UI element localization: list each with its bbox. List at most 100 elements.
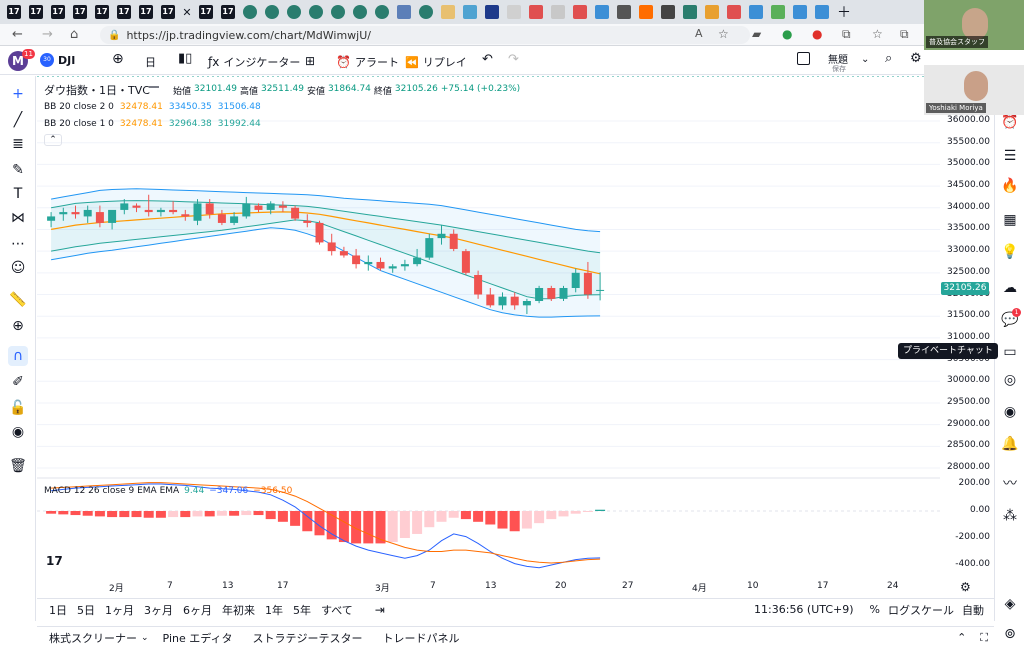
extension-icon[interactable]: ▰ — [752, 27, 761, 41]
tab-favicon[interactable] — [768, 3, 788, 21]
chart-pane[interactable]: ダウ指数・1日・TVC 始値 32101.49 高値 32511.49 安値 3186… — [37, 76, 940, 576]
tab-favicon[interactable] — [592, 3, 612, 21]
tab-favicon[interactable] — [284, 3, 304, 21]
zoom-in-icon[interactable]: ⊕ — [8, 316, 28, 336]
compare-add-icon[interactable]: ⊕ — [112, 51, 124, 67]
bell-icon[interactable]: 🔔 — [1000, 434, 1020, 454]
new-tab-icon[interactable]: ＋ — [834, 3, 854, 21]
range-1m[interactable]: 1ヶ月 — [105, 602, 134, 618]
hotlist-icon[interactable]: 🔥 — [1000, 176, 1020, 196]
log-scale-toggle[interactable]: ログスケール — [888, 602, 954, 618]
tab-favicon[interactable] — [262, 3, 282, 21]
chart-title[interactable]: ダウ指数・1日・TVC — [44, 82, 150, 98]
tab-favicon[interactable] — [240, 3, 260, 21]
chevron-up-icon[interactable]: ⌃ — [957, 631, 966, 644]
tab-favicon[interactable] — [504, 3, 524, 21]
tab-favicon[interactable] — [658, 3, 678, 21]
text-icon[interactable]: T — [8, 184, 28, 204]
range-1d[interactable]: 1日 — [49, 602, 67, 618]
eye-icon[interactable]: ◉ — [8, 422, 28, 442]
alert-button[interactable]: ⏰ アラート — [336, 54, 399, 70]
tab-favicon[interactable] — [790, 3, 810, 21]
trash-icon[interactable]: 🗑 — [8, 456, 28, 476]
layout-grid-icon[interactable]: ⊞ — [305, 54, 315, 68]
collapse-legend-icon[interactable]: ⌃ — [44, 134, 62, 146]
price-scale[interactable]: 36000.00 35500.00 35000.00 34500.00 34000.00… — [940, 76, 994, 594]
help-icon[interactable]: ⊚ — [1000, 624, 1020, 644]
tab-favicon[interactable] — [394, 3, 414, 21]
tab-favicon[interactable] — [614, 3, 634, 21]
range-6m[interactable]: 6ヶ月 — [183, 602, 212, 618]
url-field[interactable]: 🔒 https://jp.tradingview.com/chart/MdWim… — [100, 26, 750, 44]
chevron-down-icon[interactable]: ⌄ — [141, 633, 149, 643]
bb2-legend[interactable]: BB 20 close 2 0 32478.41 33450.35 31506.… — [44, 102, 261, 112]
undo-icon[interactable]: ↶ — [482, 52, 493, 67]
tab-favicon[interactable] — [680, 3, 700, 21]
tab-favicon[interactable] — [482, 3, 502, 21]
tab-strategy-tester[interactable]: ストラテジーテスター — [252, 630, 362, 646]
time-scale[interactable]: 2月 7 13 17 3月 7 13 20 27 4月 10 17 24 — [37, 580, 940, 596]
tab-favicon[interactable] — [724, 3, 744, 21]
pencil-lock-icon[interactable]: ✐ — [8, 372, 28, 392]
extension-icon[interactable]: ● — [812, 27, 822, 41]
collections-icon[interactable]: ⧉ — [900, 27, 909, 42]
tab-favicon[interactable]: 17 — [4, 3, 24, 21]
tab-trade-panel[interactable]: トレードパネル — [382, 630, 459, 646]
tab-favicon[interactable] — [328, 3, 348, 21]
extension-icon[interactable]: ● — [782, 27, 792, 41]
read-aloud-icon[interactable]: A — [695, 27, 703, 40]
forward-icon[interactable]: → — [42, 27, 53, 42]
signal-icon[interactable]: 〰 — [1000, 474, 1020, 494]
tab-favicon[interactable] — [702, 3, 722, 21]
close-tab-icon[interactable]: ✕ — [180, 3, 194, 21]
replay-button[interactable]: ⏪ リプレイ — [405, 54, 467, 70]
watchlist-icon[interactable]: ☰ — [1000, 146, 1020, 166]
tab-favicon[interactable] — [812, 3, 832, 21]
cloud-icon[interactable]: ☁ — [1000, 278, 1020, 298]
favorite-icon[interactable]: ☆ — [718, 27, 729, 41]
maximize-icon[interactable]: ⛶ — [980, 631, 988, 645]
symbol-search-button[interactable]: DJI — [58, 54, 75, 67]
tab-favicon[interactable] — [460, 3, 480, 21]
macd-legend[interactable]: MACD 12 26 close 9 EMA EMA 9.44 −347.06 … — [44, 486, 292, 496]
auto-scale-toggle[interactable]: 自動 — [962, 602, 984, 618]
back-icon[interactable]: ← — [12, 27, 23, 42]
interval-button[interactable]: 日 — [145, 54, 156, 70]
tab-favicon[interactable] — [416, 3, 436, 21]
tab-stock-screener[interactable]: 株式スクリーナー — [49, 630, 137, 646]
favorites-icon[interactable]: ☆ — [872, 27, 883, 41]
tab-favicon[interactable]: 17 — [114, 3, 134, 21]
lock-icon[interactable]: 🔓 — [8, 398, 28, 418]
range-ytd[interactable]: 年初来 — [222, 602, 255, 618]
tab-favicon[interactable]: 17 — [26, 3, 46, 21]
tradingview-logo-icon[interactable]: 17 — [46, 554, 63, 568]
collapse-icon[interactable] — [149, 84, 159, 88]
indicators-button[interactable]: ƒx インジケーター — [208, 54, 300, 70]
tab-favicon[interactable] — [438, 3, 458, 21]
gear-icon[interactable]: ⚙ — [910, 51, 922, 66]
tab-favicon[interactable]: 17 — [136, 3, 156, 21]
tab-favicon[interactable] — [636, 3, 656, 21]
broadcast-icon[interactable]: ◉ — [1000, 402, 1020, 422]
prediction-icon[interactable]: ⋯ — [8, 234, 28, 254]
ruler-icon[interactable]: 📏 — [8, 290, 28, 310]
tab-favicon[interactable]: 17 — [48, 3, 68, 21]
ideas-icon[interactable]: 💡 — [1000, 242, 1020, 262]
layout-save-status[interactable]: 保存 — [832, 64, 846, 74]
range-5d[interactable]: 5日 — [77, 602, 95, 618]
calendar-icon[interactable]: ▦ — [1000, 210, 1020, 230]
clock-label[interactable]: 11:36:56 (UTC+9) — [754, 603, 854, 616]
tab-favicon[interactable]: 17 — [70, 3, 90, 21]
tab-favicon[interactable]: 17 — [158, 3, 178, 21]
percent-toggle[interactable]: % — [870, 603, 880, 616]
time-scale-settings-icon[interactable]: ⚙ — [960, 580, 971, 594]
tab-favicon[interactable]: 17 — [218, 3, 238, 21]
redo-icon[interactable]: ↷ — [508, 52, 519, 67]
tab-pine-editor[interactable]: Pine エディタ — [163, 630, 233, 646]
home-icon[interactable]: ⌂ — [70, 27, 78, 42]
layers-icon[interactable]: ◈ — [1000, 594, 1020, 614]
extension-icon[interactable]: ⧉ — [842, 27, 851, 42]
apps-grid-icon[interactable]: ⁂ — [1000, 506, 1020, 526]
date-range-icon[interactable]: ⇥ — [375, 603, 385, 617]
magnet-icon[interactable]: ∩ — [8, 346, 28, 366]
